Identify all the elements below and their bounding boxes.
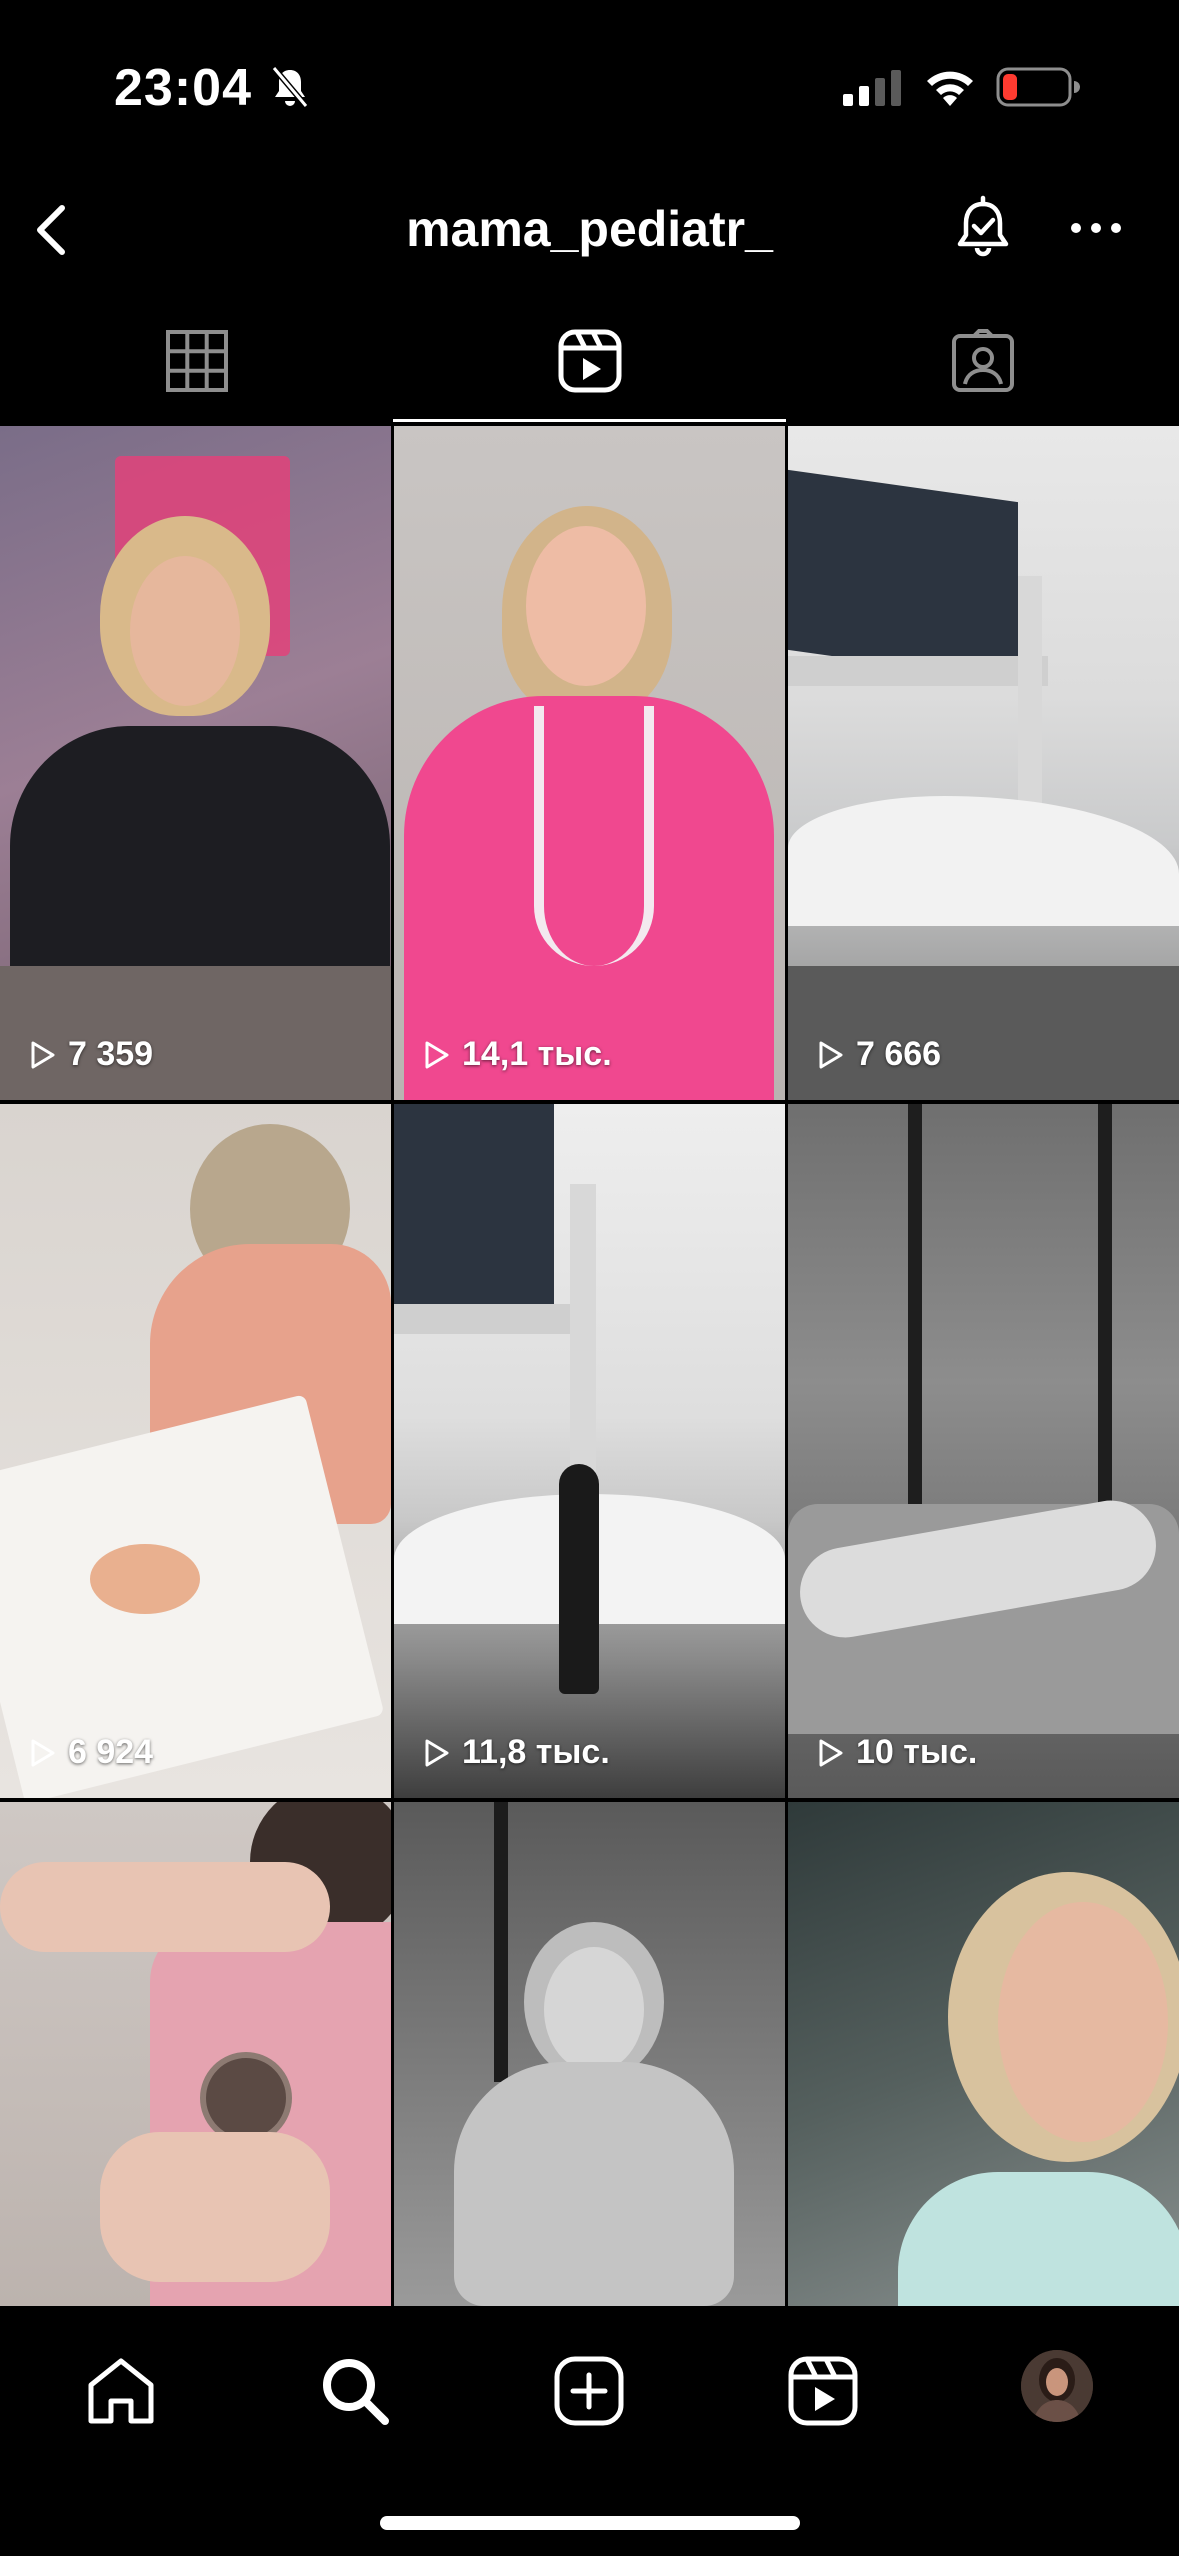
reel-thumbnail-waves [788, 796, 1179, 926]
reels-icon [558, 329, 621, 393]
reel-thumbnail-pier-deck [394, 1304, 574, 1334]
home-indicator [380, 2516, 800, 2530]
view-count: 10 тыс. [814, 1733, 977, 1772]
bottom-tab-bar [0, 2306, 1179, 2556]
wifi-icon [927, 71, 973, 106]
nav-home[interactable] [76, 2346, 166, 2436]
bell-slash-icon [271, 66, 309, 108]
play-icon [819, 1041, 843, 1068]
view-count: 6 924 [26, 1733, 153, 1772]
reel-tile[interactable]: 14,1 тыс. [394, 426, 785, 1100]
reel-tile[interactable]: 7 666 [788, 426, 1179, 1100]
view-count: 7 359 [26, 1035, 153, 1074]
tab-tagged[interactable] [786, 300, 1179, 422]
reel-thumbnail-pillar [1018, 576, 1042, 816]
reel-thumbnail-dancer [559, 1464, 599, 1694]
reel-tile[interactable] [0, 1802, 391, 2306]
reel-thumbnail-face [998, 1902, 1168, 2142]
reel-thumbnail-pier-roof [788, 469, 1018, 683]
reel-thumbnail-pier-deck [788, 656, 1048, 686]
profile-tabs [0, 300, 1179, 422]
reel-thumbnail-window-frame [494, 1802, 508, 2082]
tagged-icon [951, 329, 1014, 392]
reel-thumbnail-face [526, 526, 646, 686]
battery-low-icon [996, 67, 1080, 107]
reel-tile[interactable]: 6 924 [0, 1104, 391, 1798]
reel-thumbnail-pebbles [788, 966, 1179, 1100]
reels-grid: 7 359 14,1 тыс. 7 666 6 924 11,8 тыс. 10… [0, 426, 1179, 2306]
create-icon [554, 2356, 624, 2426]
play-icon [425, 1739, 449, 1766]
reel-thumbnail-face [544, 1947, 644, 2072]
reel-thumbnail-hoodie [898, 2172, 1179, 2306]
reel-thumbnail-body [454, 2062, 734, 2306]
reel-thumbnail-pillar [570, 1184, 596, 1484]
reel-thumbnail-jacket [10, 726, 390, 996]
reel-thumbnail-face [130, 556, 240, 706]
nav-reels[interactable] [778, 2346, 868, 2436]
reel-thumbnail-hand [0, 1862, 330, 1952]
reel-tile[interactable]: 10 тыс. [788, 1104, 1179, 1798]
notification-bell-check-icon[interactable] [950, 194, 1016, 266]
view-count: 14,1 тыс. [420, 1035, 612, 1074]
reels-nav-icon [788, 2356, 858, 2426]
reel-thumbnail-hand [100, 2132, 330, 2282]
play-icon [425, 1041, 449, 1068]
home-icon [88, 2358, 154, 2424]
cellular-signal-icon [843, 70, 901, 106]
view-count-label: 6 924 [68, 1733, 154, 1771]
play-icon [819, 1739, 843, 1766]
reel-tile[interactable]: 11,8 тыс. [394, 1104, 785, 1798]
reel-tile[interactable] [788, 1802, 1179, 2306]
reel-thumbnail-table [0, 966, 391, 1100]
reel-thumbnail-stethoscope [200, 2052, 292, 2144]
reel-tile[interactable] [394, 1802, 785, 2306]
view-count-label: 11,8 тыс. [462, 1733, 610, 1771]
tab-grid[interactable] [0, 300, 393, 422]
more-dots-icon[interactable] [1068, 208, 1124, 248]
search-icon [323, 2359, 389, 2425]
instagram-profile-reels: 23:04 mama_pediatr_ 7 359 14,1 тыс. 7 66… [0, 0, 1179, 2556]
status-time: 23:04 [114, 59, 252, 117]
reel-thumbnail-lanyard [534, 706, 654, 966]
reel-thumbnail-illustration [90, 1544, 200, 1614]
reel-thumbnail-pier-roof [394, 1104, 554, 1304]
play-icon [31, 1041, 55, 1068]
view-count-label: 7 359 [68, 1035, 154, 1073]
nav-create[interactable] [544, 2346, 634, 2436]
status-bar: 23:04 [0, 0, 1179, 170]
view-count-label: 7 666 [856, 1035, 942, 1073]
view-count: 11,8 тыс. [420, 1733, 610, 1772]
grid-icon [165, 330, 228, 392]
view-count-label: 14,1 тыс. [462, 1035, 612, 1073]
reel-thumbnail-window-frame [908, 1104, 922, 1524]
profile-header: mama_pediatr_ [0, 170, 1179, 290]
view-count-label: 10 тыс. [856, 1733, 978, 1771]
avatar-photo [1021, 2350, 1093, 2422]
nav-search[interactable] [310, 2346, 400, 2436]
reel-thumbnail-window-frame [1098, 1104, 1112, 1524]
play-icon [31, 1739, 55, 1766]
reel-tile[interactable]: 7 359 [0, 426, 391, 1100]
tab-reels[interactable] [393, 300, 786, 422]
profile-avatar[interactable] [1021, 2350, 1093, 2422]
view-count: 7 666 [814, 1035, 941, 1074]
